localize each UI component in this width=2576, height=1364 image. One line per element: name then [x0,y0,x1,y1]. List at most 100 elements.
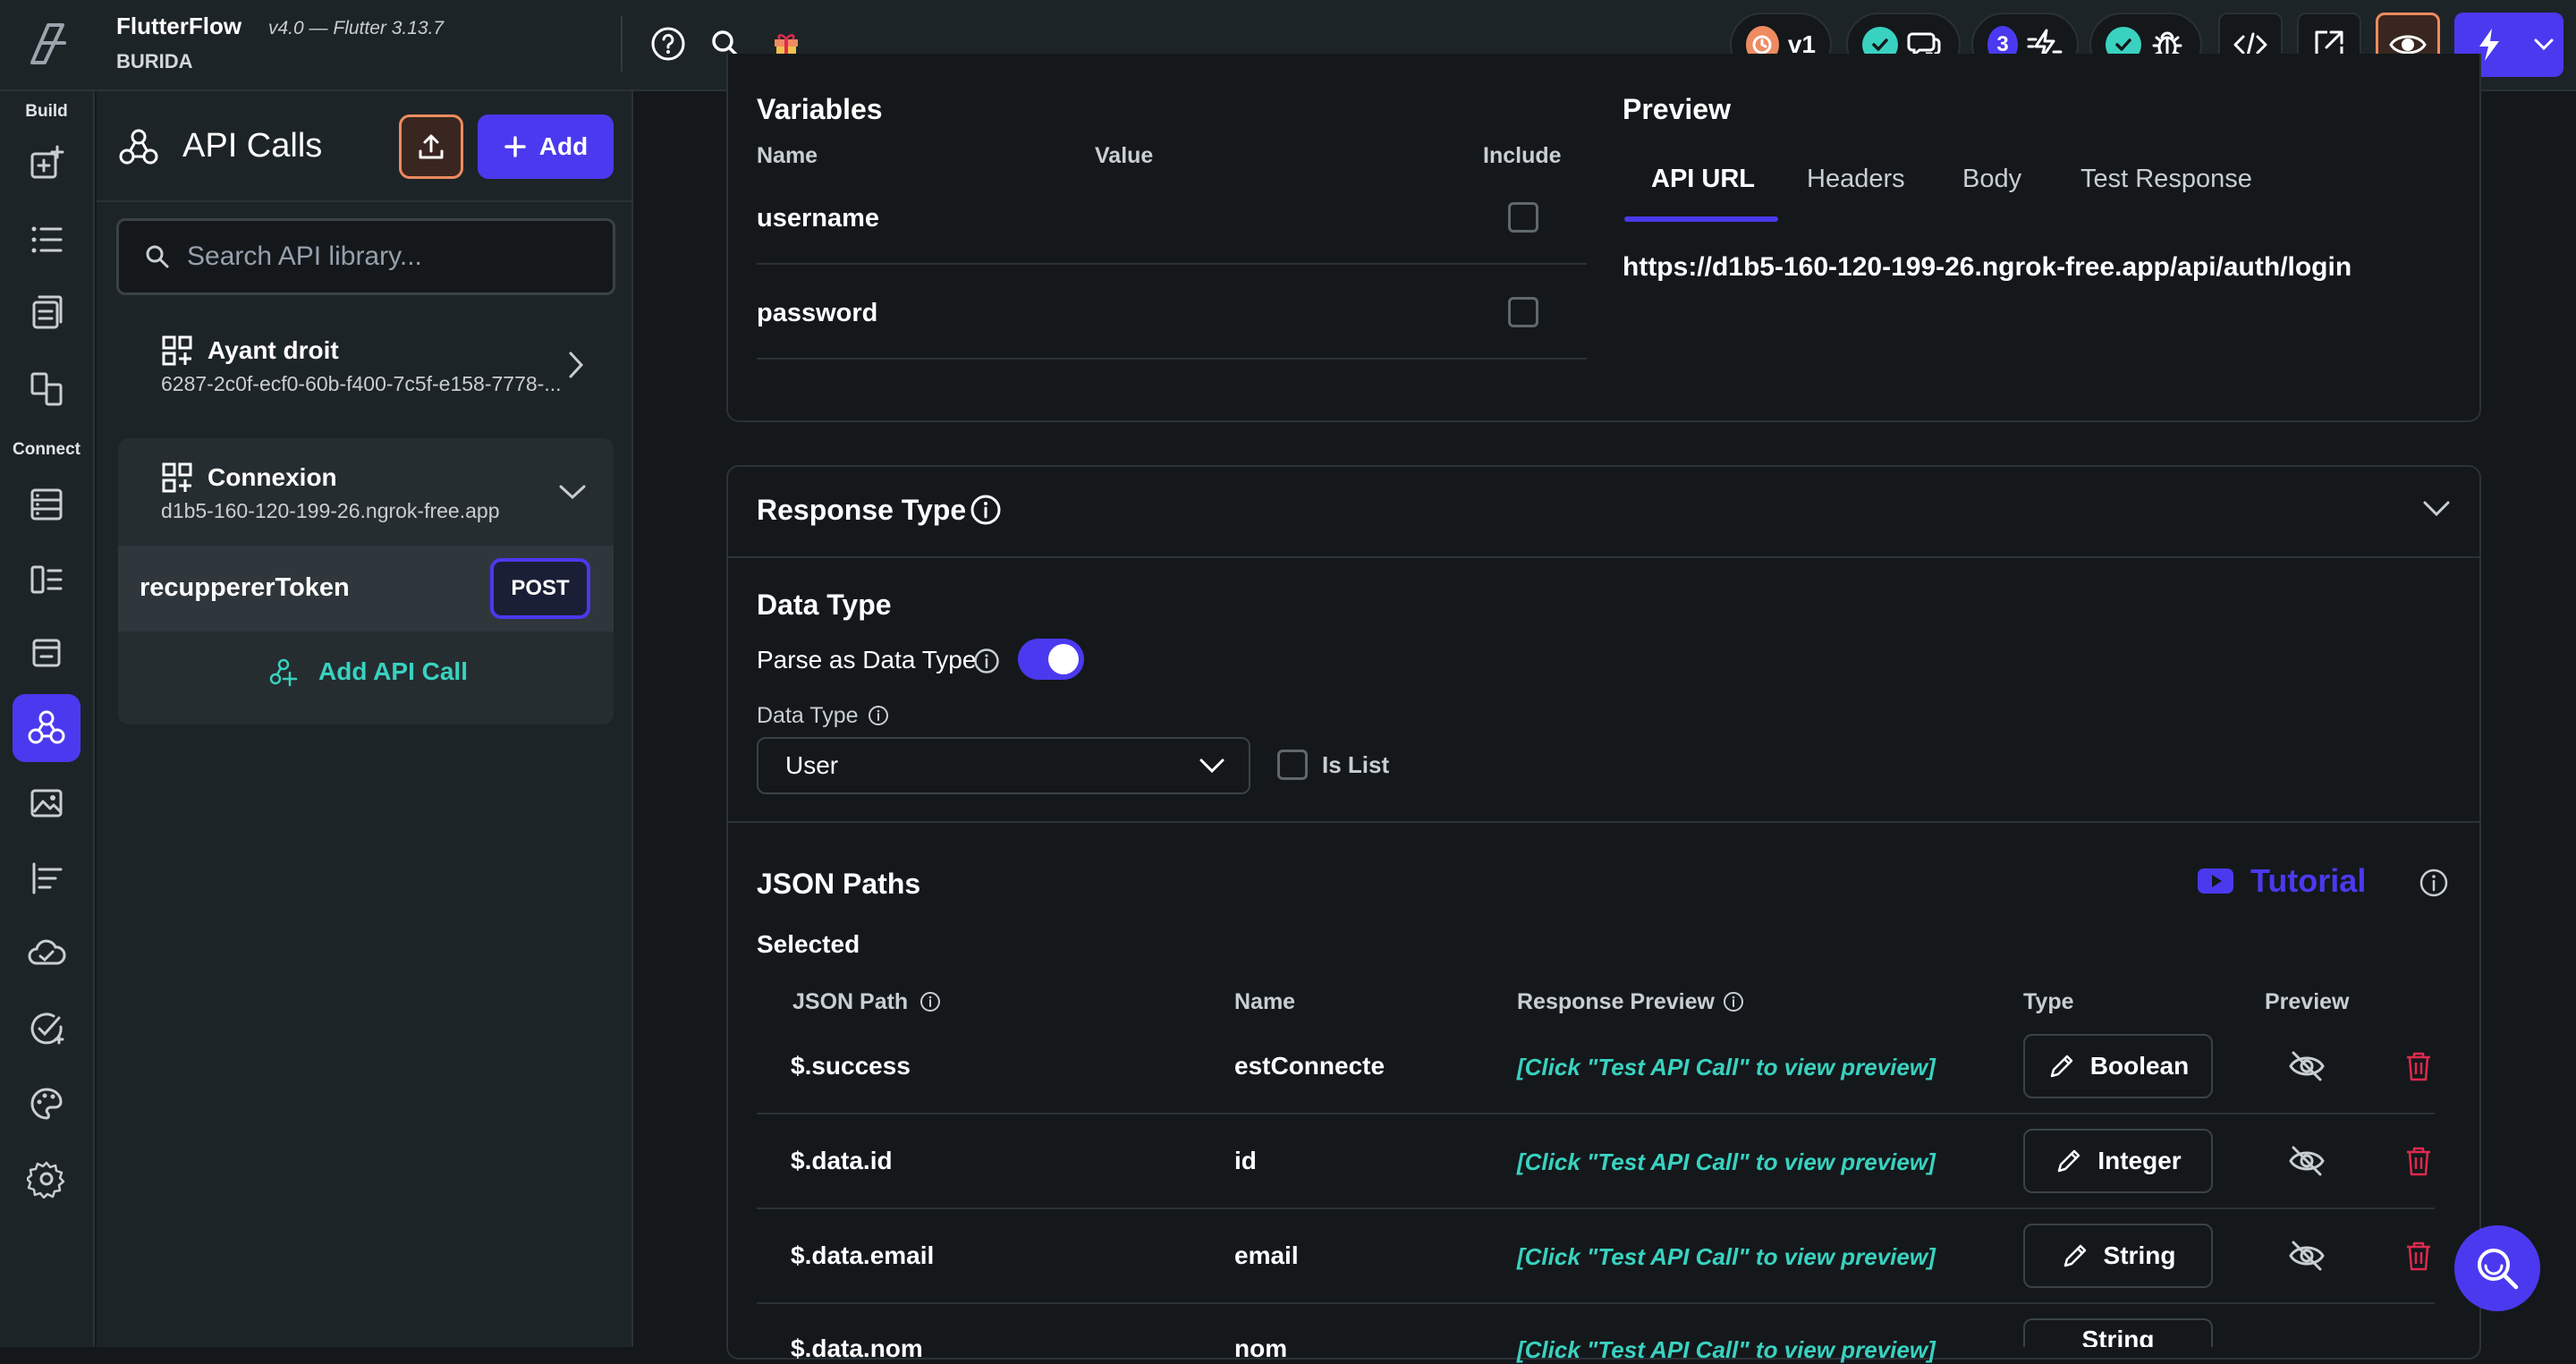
info-icon[interactable] [1723,991,1744,1012]
col-response-preview: Response Preview [1517,989,1715,1014]
help-icon[interactable] [648,23,689,64]
data-type-select[interactable]: User [757,737,1250,794]
active-tab-indicator [1624,216,1778,222]
add-api-icon [269,658,298,687]
api-group-name[interactable]: Connexion [208,463,337,492]
toggle-knob [1048,644,1079,674]
json-preview-cell: [Click "Test API Call" to view preview] [1517,1243,1936,1270]
eye-off-icon[interactable] [2288,1240,2326,1272]
add-api-button[interactable]: Add [478,114,614,179]
logs-icon[interactable] [13,844,80,912]
variables-col-include: Include [1483,143,1562,168]
api-group-icon [161,462,193,494]
is-list-checkbox[interactable] [1277,750,1308,780]
eye-off-icon[interactable] [2288,1145,2326,1177]
upload-button[interactable] [399,114,463,179]
add-widget-icon[interactable] [13,129,80,197]
col-name: Name [1234,989,1296,1014]
rail-section-build: Build [25,102,68,121]
widget-tree-icon[interactable] [13,206,80,274]
json-name-cell: nom [1234,1334,1288,1362]
json-name-cell: id [1234,1147,1257,1174]
api-group-url: 6287-2c0f-ecf0-60b-f400-7c5f-e158-7778-.… [161,372,562,395]
storyboard-icon[interactable] [13,279,80,347]
trash-icon[interactable] [2404,1050,2433,1082]
type-label: String [2103,1241,2176,1269]
panel-header: API Calls Add [97,91,633,202]
help-search-button[interactable] [2454,1225,2540,1311]
type-button[interactable]: String [2023,1224,2213,1288]
include-checkbox[interactable] [1508,297,1538,327]
row-divider [757,1302,2435,1304]
chevron-down-icon [1199,757,1225,775]
api-calls-panel: API Calls Add Search API library... Ayan… [97,91,633,1347]
selected-label: Selected [757,930,860,958]
data-type-field-label: Data Type [757,703,859,728]
media-assets-icon[interactable] [13,769,80,837]
json-path-cell: $.data.nom [791,1334,923,1362]
custom-data-icon[interactable] [13,619,80,687]
rail-section-connect: Connect [13,440,80,459]
tab-api-url[interactable]: API URL [1651,165,1755,194]
json-name-cell: estConnecte [1234,1052,1385,1080]
api-group-ayant-droit[interactable]: Ayant droit 6287-2c0f-ecf0-60b-f400-7c5f… [118,315,614,431]
type-button[interactable]: Integer [2023,1129,2213,1193]
page-selector-icon[interactable] [13,354,80,422]
search-placeholder: Search API library... [187,241,422,271]
flutterflow-logo-icon[interactable] [20,16,75,72]
tutorial-link[interactable]: Tutorial [2197,862,2366,900]
type-label: Boolean [2089,1052,2190,1080]
info-icon[interactable] [973,648,1000,674]
include-checkbox[interactable] [1508,202,1538,233]
settings-icon[interactable] [13,1145,80,1213]
json-name-cell: email [1234,1241,1299,1269]
tab-test-response[interactable]: Test Response [2080,165,2252,194]
tab-body[interactable]: Body [1962,165,2021,194]
youtube-icon [2198,868,2233,894]
search-icon [2478,1249,2519,1290]
database-icon[interactable] [13,470,80,538]
chevron-down-icon[interactable] [558,483,587,501]
parse-as-data-type-label: Parse as Data Type [757,646,977,674]
chevron-down-icon[interactable] [2422,499,2451,519]
project-name[interactable]: BURIDA [116,50,193,73]
pencil-icon [2058,1149,2080,1173]
cloud-icon[interactable] [13,919,80,987]
search-api-input[interactable]: Search API library... [116,218,615,295]
col-preview: Preview [2265,989,2350,1014]
add-api-call-button[interactable]: Add API Call [268,657,468,687]
row-divider [757,1207,2435,1209]
type-button[interactable]: Boolean [2023,1034,2213,1098]
info-icon[interactable] [919,991,941,1012]
col-type: Type [2023,989,2074,1014]
api-url-preview: https://d1b5-160-120-199-26.ngrok-free.a… [1623,252,2352,282]
chevron-down-icon[interactable] [2524,38,2563,52]
json-path-cell: $.data.email [791,1241,935,1269]
trash-icon[interactable] [2404,1145,2433,1177]
tab-headers[interactable]: Headers [1807,165,1905,194]
col-json-path: JSON Path [792,989,909,1014]
api-icon [116,125,161,170]
response-type-card [726,465,2481,1360]
app-state-icon[interactable] [13,546,80,614]
row-divider [757,1113,2435,1114]
json-preview-cell: [Click "Test API Call" to view preview] [1517,1148,1936,1175]
app-name: FlutterFlow [116,13,242,39]
type-button[interactable]: String [2023,1318,2213,1347]
eye-off-icon[interactable] [2288,1050,2326,1082]
test-check-icon[interactable] [13,995,80,1063]
trash-icon[interactable] [2404,1240,2433,1272]
row-divider [757,263,1587,265]
api-calls-icon[interactable] [13,694,80,762]
chevron-right-icon[interactable] [567,351,585,379]
info-icon[interactable] [868,705,889,726]
variables-title: Variables [757,93,883,125]
info-icon[interactable] [970,494,1002,526]
preview-title: Preview [1623,93,1731,125]
row-divider [757,358,1587,360]
info-icon[interactable] [2419,868,2449,898]
type-label: Integer [2097,1147,2182,1174]
theme-palette-icon[interactable] [13,1070,80,1138]
section-divider [728,556,2479,558]
http-method-badge[interactable]: POST [490,558,590,619]
